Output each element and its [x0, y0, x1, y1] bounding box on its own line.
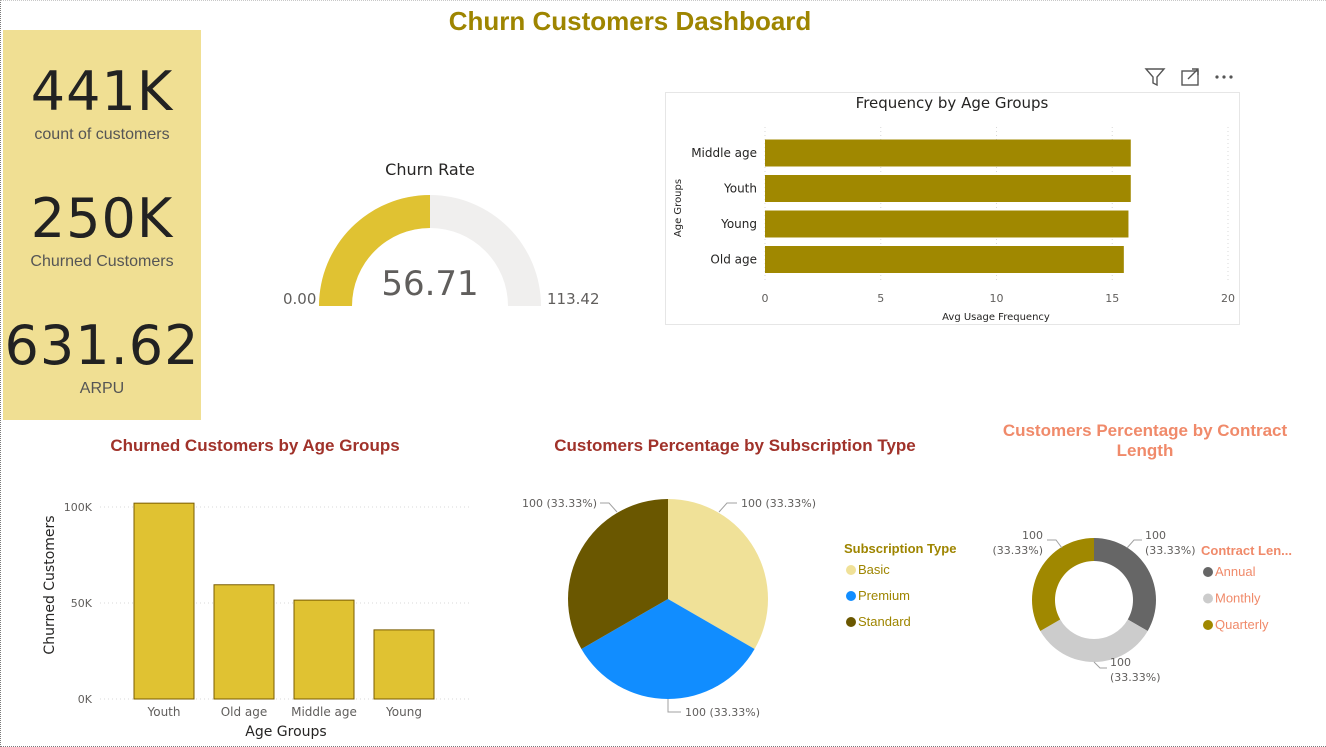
contract-legend-title: Contract Len...	[1201, 543, 1292, 558]
contract-leader-line	[1093, 661, 1107, 669]
contract-legend-item[interactable]: Monthly	[1215, 591, 1261, 606]
contract-data-label-percent: (33.33%)	[1110, 671, 1161, 684]
contract-data-label-value: 100	[1145, 529, 1166, 542]
contract-data-label-percent: (33.33%)	[992, 544, 1043, 557]
contract-leader-line	[1047, 539, 1063, 549]
contract-legend-item[interactable]: Annual	[1215, 564, 1256, 579]
contract-donut-chart: 100 (33.33%) 100 (33.33%) 100 (33.33%) Contra…	[992, 529, 1292, 684]
contract-donut-segment[interactable]	[1040, 619, 1148, 663]
contract-legend-marker	[1203, 567, 1213, 577]
contract-data-label-percent: (33.33%)	[1145, 544, 1196, 557]
contract-data-label-value: 100	[1022, 529, 1043, 542]
contract-legend-item[interactable]: Quarterly	[1215, 617, 1269, 632]
contract-legend-marker	[1203, 620, 1213, 630]
contract-leader-line	[1126, 539, 1142, 549]
contract-data-label-value: 100	[1110, 656, 1131, 669]
contract-legend-marker	[1203, 593, 1213, 604]
